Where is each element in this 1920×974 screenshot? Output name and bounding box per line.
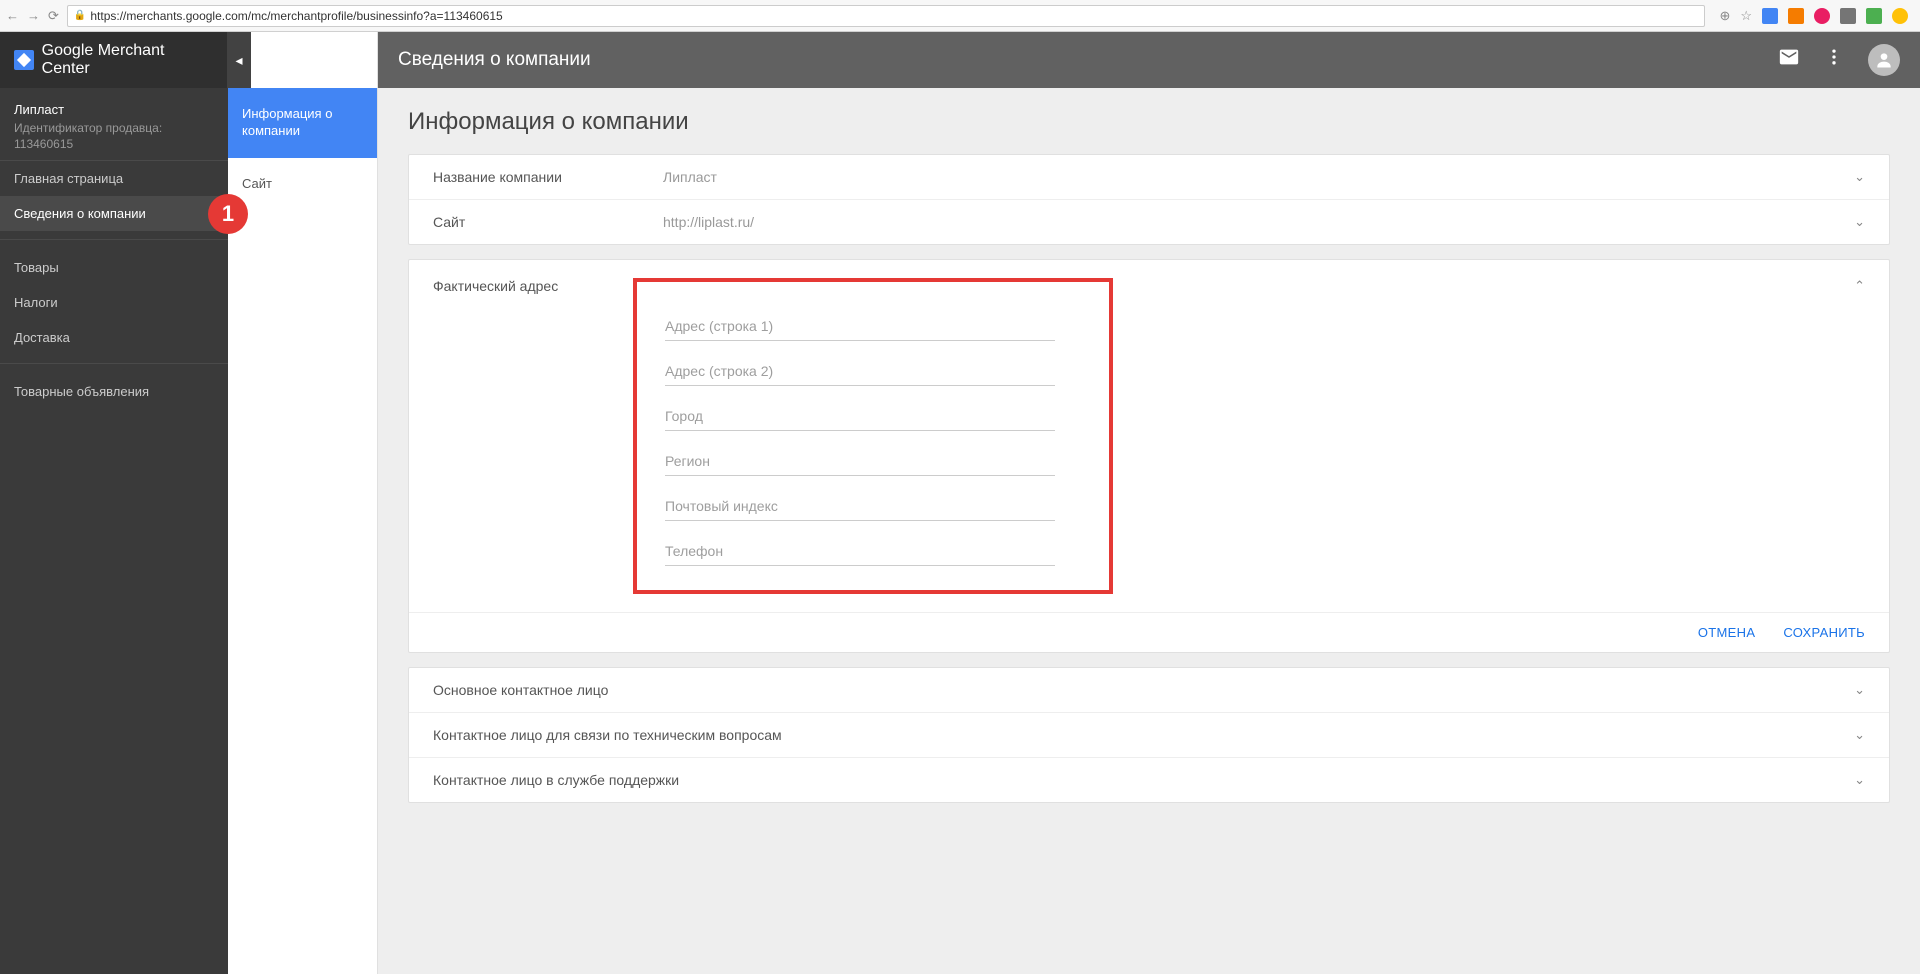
url-text: https://merchants.google.com/mc/merchant… [90, 9, 502, 23]
sidebar-item-home[interactable]: Главная страница [0, 161, 228, 196]
contacts-card: Основное контактное лицо ⌄ Контактное ли… [408, 667, 1890, 803]
company-card: Название компании Липласт ⌄ Сайт http://… [408, 154, 1890, 245]
region-input[interactable] [665, 447, 1055, 476]
sidebar-item-ads[interactable]: Товарные объявления [0, 374, 228, 409]
chevron-up-icon[interactable]: ⌃ [1854, 278, 1865, 594]
forward-button[interactable]: → [27, 8, 40, 23]
chevron-down-icon: ⌄ [1854, 214, 1865, 230]
sidebar-item-shipping[interactable]: Доставка [0, 320, 228, 355]
sub-sidebar: ◂ Информация о компании Сайт [228, 32, 378, 974]
page-title: Информация о компании [408, 108, 1890, 136]
row-company-name[interactable]: Название компании Липласт ⌄ [409, 155, 1889, 200]
primary-contact-label: Основное контактное лицо [433, 682, 608, 698]
zoom-icon[interactable]: ⊕ [1719, 8, 1730, 24]
back-button[interactable]: ← [6, 8, 19, 23]
address-bar[interactable]: 🔒 https://merchants.google.com/mc/mercha… [67, 5, 1706, 27]
chevron-down-icon: ⌄ [1854, 169, 1865, 185]
postal-input[interactable] [665, 492, 1055, 521]
account-id: Идентификатор продавца: 113460615 [14, 121, 214, 152]
chevron-down-icon: ⌄ [1854, 682, 1865, 698]
account-name: Липласт [14, 102, 214, 117]
main-header: Сведения о компании [378, 32, 1920, 88]
address-card: Фактический адрес ⌃ [408, 259, 1890, 653]
ext-icon-2[interactable] [1788, 8, 1804, 24]
sidebar: Google Merchant Center Липласт Идентифик… [0, 32, 228, 974]
row-site[interactable]: Сайт http://liplast.ru/ ⌄ [409, 200, 1889, 244]
sub-item-company-info[interactable]: Информация о компании [228, 88, 377, 158]
avatar[interactable] [1868, 44, 1900, 76]
browser-chrome: ← → ⟳ 🔒 https://merchants.google.com/mc/… [0, 0, 1920, 32]
reload-button[interactable]: ⟳ [48, 8, 59, 24]
mail-icon[interactable] [1778, 46, 1800, 74]
header-title: Сведения о компании [398, 49, 591, 71]
row-primary-contact[interactable]: Основное контактное лицо ⌄ [409, 668, 1889, 713]
ext-icon-4[interactable] [1840, 8, 1856, 24]
row-support-contact[interactable]: Контактное лицо в службе поддержки ⌄ [409, 758, 1889, 802]
more-icon[interactable] [1824, 47, 1844, 73]
highlight-box [633, 278, 1113, 594]
company-name-label: Название компании [433, 169, 663, 185]
support-contact-label: Контактное лицо в службе поддержки [433, 772, 679, 788]
ext-icon-3[interactable] [1814, 8, 1830, 24]
chevron-down-icon: ⌄ [1854, 727, 1865, 743]
collapse-button[interactable]: ◂ [227, 32, 251, 88]
site-label: Сайт [433, 214, 663, 230]
star-icon[interactable]: ☆ [1740, 8, 1752, 24]
tech-contact-label: Контактное лицо для связи по техническим… [433, 727, 782, 743]
company-name-value: Липласт [663, 169, 1854, 185]
sidebar-item-products[interactable]: Товары [0, 250, 228, 285]
address-line2-input[interactable] [665, 357, 1055, 386]
address-label: Фактический адрес [433, 278, 663, 594]
ext-icon-1[interactable] [1762, 8, 1778, 24]
sidebar-item-business-info[interactable]: Сведения о компании 1 [0, 196, 228, 231]
chevron-down-icon: ⌄ [1854, 772, 1865, 788]
address-line1-input[interactable] [665, 312, 1055, 341]
ext-icon-6[interactable] [1892, 8, 1908, 24]
ext-icon-5[interactable] [1866, 8, 1882, 24]
extension-icons: ⊕ ☆ [1713, 8, 1914, 24]
row-tech-contact[interactable]: Контактное лицо для связи по техническим… [409, 713, 1889, 758]
sub-item-site[interactable]: Сайт [228, 158, 377, 211]
merchant-center-icon [14, 50, 34, 70]
logo-text: Google Merchant Center [42, 42, 214, 78]
city-input[interactable] [665, 402, 1055, 431]
sidebar-header: Google Merchant Center [0, 32, 228, 88]
phone-input[interactable] [665, 537, 1055, 566]
chevron-left-icon: ◂ [235, 52, 242, 69]
cancel-button[interactable]: ОТМЕНА [1698, 625, 1755, 640]
lock-icon: 🔒 [74, 10, 86, 21]
save-button[interactable]: СОХРАНИТЬ [1783, 625, 1865, 640]
site-value: http://liplast.ru/ [663, 214, 1854, 230]
sidebar-item-taxes[interactable]: Налоги [0, 285, 228, 320]
account-info: Липласт Идентификатор продавца: 11346061… [0, 88, 228, 161]
main-area: Сведения о компании Информация о компани… [378, 32, 1920, 974]
annotation-badge-1: 1 [208, 194, 248, 234]
